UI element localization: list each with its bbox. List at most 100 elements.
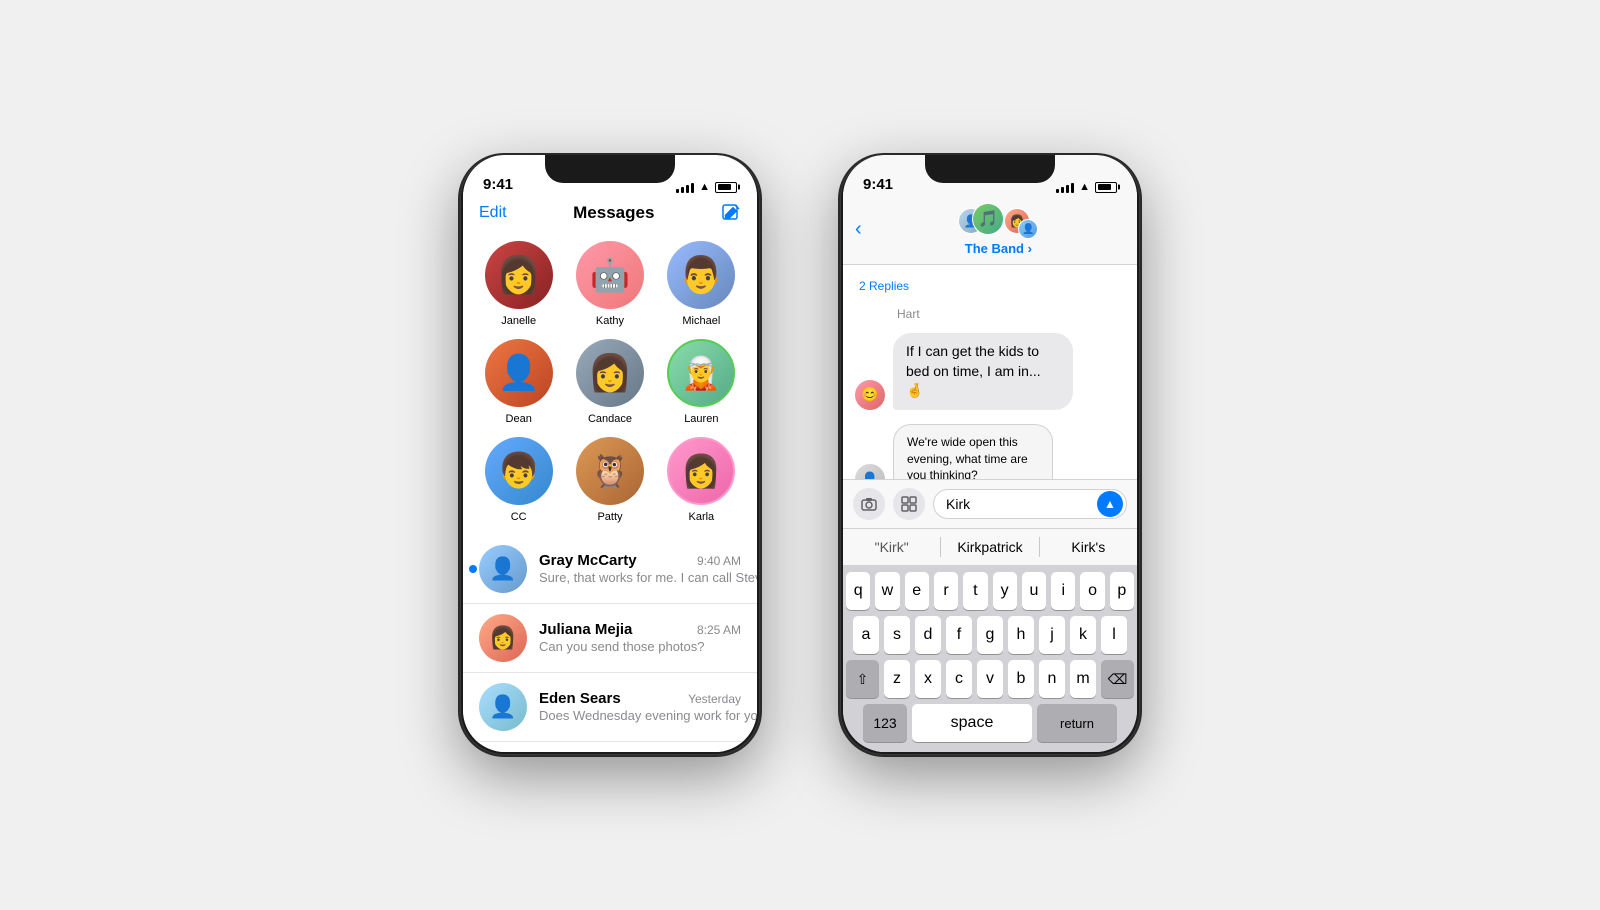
key-a[interactable]: a <box>853 616 879 654</box>
time-2: 9:41 <box>863 176 893 193</box>
avatar-janelle <box>485 241 553 309</box>
key-e[interactable]: e <box>905 572 929 610</box>
pin-contact-michael[interactable]: Michael <box>662 241 741 327</box>
conv-name-juliana: Juliana Mejia <box>539 621 632 638</box>
key-s[interactable]: s <box>884 616 910 654</box>
chat-input-area: Kirk ▲ <box>843 479 1137 528</box>
pin-contact-cc[interactable]: CC <box>479 437 558 523</box>
conv-preview-juliana: Can you send those photos? <box>539 639 705 654</box>
conv-preview-eden: Does Wednesday evening work for you? May… <box>539 708 757 723</box>
phone2: 9:41 ▲ ‹ <box>840 155 1140 755</box>
pin-contact-kathy[interactable]: Kathy <box>570 241 649 327</box>
key-u[interactable]: u <box>1022 572 1046 610</box>
signal-bars-1 <box>676 181 694 193</box>
key-z[interactable]: z <box>884 660 910 698</box>
group-av-4 <box>1018 219 1038 239</box>
key-k[interactable]: k <box>1070 616 1096 654</box>
chat-avatars: The Band › <box>872 203 1125 256</box>
conv-richard-howarth[interactable]: Richard Howarth Yesterday <box>463 742 757 752</box>
app-store-button[interactable] <box>893 488 925 520</box>
key-q[interactable]: q <box>846 572 870 610</box>
replies-count-1: 2 Replies <box>855 279 913 293</box>
key-m[interactable]: m <box>1070 660 1096 698</box>
key-x[interactable]: x <box>915 660 941 698</box>
key-d[interactable]: d <box>915 616 941 654</box>
pin-contact-patty[interactable]: Patty <box>570 437 649 523</box>
bar1 <box>676 189 679 193</box>
pin-name-michael: Michael <box>682 315 720 327</box>
conv-preview-gray: Sure, that works for me. I can call Stev… <box>539 570 757 585</box>
autocomplete-kirks[interactable]: Kirk's <box>1040 537 1137 557</box>
key-backspace[interactable]: ⌫ <box>1101 660 1134 698</box>
key-v[interactable]: v <box>977 660 1003 698</box>
key-numbers[interactable]: 123 <box>863 704 907 742</box>
pin-name-karla: Karla <box>688 511 714 523</box>
key-t[interactable]: t <box>963 572 987 610</box>
conv-content-eden: Eden Sears Yesterday Does Wednesday even… <box>539 690 741 725</box>
conv-top-juliana: Juliana Mejia 8:25 AM <box>539 621 741 638</box>
pin-contact-dean[interactable]: Dean <box>479 339 558 425</box>
key-h[interactable]: h <box>1008 616 1034 654</box>
camera-button[interactable] <box>853 488 885 520</box>
key-b[interactable]: b <box>1008 660 1034 698</box>
input-wrapper: Kirk ▲ <box>933 489 1127 519</box>
pin-name-kathy: Kathy <box>596 315 624 327</box>
key-shift[interactable]: ⇧ <box>846 660 879 698</box>
messages-header: Edit Messages <box>463 199 757 231</box>
pinned-contacts-grid: Janelle Kathy Michael Dean <box>463 231 757 535</box>
key-p[interactable]: p <box>1110 572 1134 610</box>
key-n[interactable]: n <box>1039 660 1065 698</box>
avatar-karla <box>667 437 735 505</box>
pin-name-lauren: Lauren <box>684 413 718 425</box>
bubble-anon: We're wide open this evening, what time … <box>893 424 1053 479</box>
phone1: 9:41 ▲ Edit Messages <box>460 155 760 755</box>
key-l[interactable]: l <box>1101 616 1127 654</box>
bar2 <box>681 187 684 193</box>
msg-row-hart: If I can get the kids to bed on time, I … <box>855 333 1125 410</box>
conv-name-gray: Gray McCarty <box>539 552 637 569</box>
key-y[interactable]: y <box>993 572 1017 610</box>
edit-button[interactable]: Edit <box>479 204 507 222</box>
conv-gray-mccarty[interactable]: Gray McCarty 9:40 AM Sure, that works fo… <box>463 535 757 604</box>
status-bar-1: 9:41 ▲ <box>463 155 757 199</box>
key-f[interactable]: f <box>946 616 972 654</box>
send-button[interactable]: ▲ <box>1097 491 1123 517</box>
avatar-patty <box>576 437 644 505</box>
pin-contact-lauren[interactable]: Lauren <box>662 339 741 425</box>
key-o[interactable]: o <box>1080 572 1104 610</box>
key-g[interactable]: g <box>977 616 1003 654</box>
bar3 <box>686 185 689 193</box>
key-w[interactable]: w <box>875 572 899 610</box>
avatar-hart <box>855 380 885 410</box>
key-space[interactable]: space <box>912 704 1032 742</box>
pin-name-dean: Dean <box>506 413 532 425</box>
bar4 <box>691 183 694 193</box>
pin-name-patty: Patty <box>597 511 622 523</box>
autocomplete-kirkpatrick[interactable]: Kirkpatrick <box>941 537 1039 557</box>
conv-top-gray: Gray McCarty 9:40 AM <box>539 552 741 569</box>
conv-eden-sears[interactable]: Eden Sears Yesterday Does Wednesday even… <box>463 673 757 742</box>
msg-row-anon: We're wide open this evening, what time … <box>855 424 1125 479</box>
status-bar-2: 9:41 ▲ <box>843 155 1137 199</box>
key-row-3: ⇧ z x c v b n m ⌫ <box>846 660 1134 698</box>
back-button[interactable]: ‹ <box>855 218 862 241</box>
avatar-cc <box>485 437 553 505</box>
pin-contact-karla[interactable]: Karla <box>662 437 741 523</box>
conv-juliana-mejia[interactable]: Juliana Mejia 8:25 AM Can you send those… <box>463 604 757 673</box>
autocomplete-kirk-quoted[interactable]: "Kirk" <box>843 537 941 557</box>
battery-icon <box>715 182 737 193</box>
group-name[interactable]: The Band › <box>965 241 1032 256</box>
key-return[interactable]: return <box>1037 704 1117 742</box>
key-c[interactable]: c <box>946 660 972 698</box>
compose-icon[interactable] <box>721 203 741 223</box>
avatar-dean <box>485 339 553 407</box>
avatar-gray-mccarty <box>479 545 527 593</box>
pin-contact-candace[interactable]: Candace <box>570 339 649 425</box>
sender-name-hart: Hart <box>855 305 1125 323</box>
key-i[interactable]: i <box>1051 572 1075 610</box>
key-r[interactable]: r <box>934 572 958 610</box>
pin-contact-janelle[interactable]: Janelle <box>479 241 558 327</box>
avatar-michael <box>667 241 735 309</box>
status-icons-2: ▲ <box>1056 181 1117 193</box>
key-j[interactable]: j <box>1039 616 1065 654</box>
